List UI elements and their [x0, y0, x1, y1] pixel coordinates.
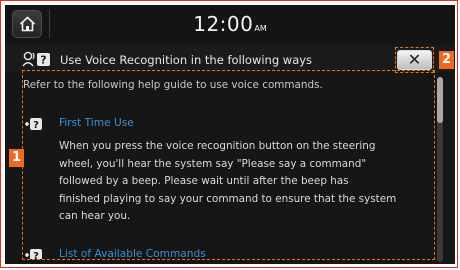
callout-box-close — [395, 47, 434, 73]
page-title: Use Voice Recognition in the following w… — [60, 53, 313, 67]
callout-box-content — [22, 70, 435, 260]
clock-time: 12:00 — [193, 12, 254, 36]
clock: 12:00AM — [5, 12, 455, 36]
scroll-thumb[interactable] — [437, 77, 443, 123]
svg-text:?: ? — [40, 54, 46, 67]
title-bar: ? Use Voice Recognition in the following… — [5, 46, 455, 72]
scrollbar[interactable] — [437, 77, 443, 262]
callout-number-1: 1 — [9, 149, 24, 167]
status-bar: 12:00AM — [5, 5, 455, 42]
callout-number-2: 2 — [439, 51, 454, 69]
voice-help-icon: ? — [22, 51, 50, 67]
clock-ampm: AM — [254, 24, 267, 33]
